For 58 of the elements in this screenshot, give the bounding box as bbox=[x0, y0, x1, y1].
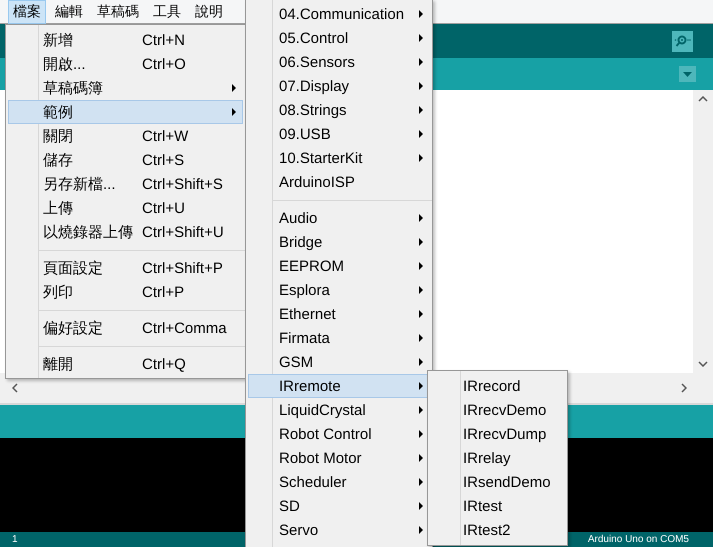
menu-item[interactable]: IRtest2 bbox=[430, 518, 565, 542]
menu-item[interactable]: 列印 Ctrl+P bbox=[8, 280, 243, 304]
menu-item[interactable]: 10.StarterKit bbox=[248, 146, 430, 170]
menu-item[interactable]: 儲存 Ctrl+S bbox=[8, 148, 243, 172]
menu-bar-item[interactable]: 說明 bbox=[190, 0, 228, 24]
menu-item[interactable]: 範例 bbox=[8, 100, 243, 124]
menu-item[interactable]: 05.Control bbox=[248, 26, 430, 50]
menu-item[interactable]: IRtest bbox=[430, 494, 565, 518]
magnifier-icon bbox=[674, 34, 691, 48]
menu-bar-item[interactable]: 工具 bbox=[148, 0, 186, 24]
line-number: 1 bbox=[12, 534, 18, 545]
menu-item[interactable]: Robot Motor bbox=[248, 446, 430, 470]
menu-item[interactable]: 08.Strings bbox=[248, 98, 430, 122]
menu-item[interactable]: IRremote bbox=[248, 374, 430, 398]
menu-item[interactable]: 頁面設定 Ctrl+Shift+P bbox=[8, 256, 243, 280]
menu-item[interactable]: 04.Communication bbox=[248, 2, 430, 26]
menu-item[interactable]: 另存新檔... Ctrl+Shift+S bbox=[8, 172, 243, 196]
caret-icon bbox=[683, 72, 692, 76]
menu-item[interactable]: GSM bbox=[248, 350, 430, 374]
menu-item[interactable]: 偏好設定 Ctrl+Comma bbox=[8, 316, 243, 340]
menu-item[interactable]: Robot Control bbox=[248, 422, 430, 446]
menu-item[interactable]: LiquidCrystal bbox=[248, 398, 430, 422]
menu-item[interactable]: Servo bbox=[248, 518, 430, 542]
board-label: Arduino Uno on COM5 bbox=[588, 534, 689, 545]
vertical-scrollbar[interactable] bbox=[693, 90, 713, 373]
menu-item[interactable]: Ethernet bbox=[248, 302, 430, 326]
menu-item[interactable]: Bridge bbox=[248, 230, 430, 254]
menu-item[interactable]: 開啟... Ctrl+O bbox=[8, 52, 243, 76]
menu-item[interactable]: 離開 Ctrl+Q bbox=[8, 352, 243, 376]
tab-menu-button[interactable] bbox=[679, 66, 696, 82]
menu-item[interactable]: 07.Display bbox=[248, 74, 430, 98]
menu-item[interactable]: IRrecord bbox=[430, 374, 565, 398]
menu-item[interactable]: Firmata bbox=[248, 326, 430, 350]
menu-item[interactable]: 關閉 Ctrl+W bbox=[8, 124, 243, 148]
menu-item[interactable]: Scheduler bbox=[248, 470, 430, 494]
scroll-up-icon bbox=[698, 96, 708, 102]
menu-item[interactable]: IRrecvDump bbox=[430, 422, 565, 446]
menu-item[interactable]: ArduinoISP bbox=[248, 170, 430, 194]
menu-bar-item[interactable]: 檔案 bbox=[8, 0, 46, 24]
menu-item[interactable]: EEPROM bbox=[248, 254, 430, 278]
menu-item[interactable]: 以燒錄器上傳 Ctrl+Shift+U bbox=[8, 220, 243, 244]
menu-item[interactable]: IRsendDemo bbox=[430, 470, 565, 494]
scroll-down-icon bbox=[698, 361, 708, 367]
scroll-right-icon bbox=[681, 383, 687, 393]
menu-item[interactable]: 新增 Ctrl+N bbox=[8, 28, 243, 52]
menu-bar-item[interactable]: 草稿碼 bbox=[92, 0, 144, 24]
serial-monitor-button[interactable] bbox=[672, 30, 693, 52]
menu-item[interactable]: 09.USB bbox=[248, 122, 430, 146]
scroll-left-icon bbox=[12, 383, 18, 393]
menu-item[interactable]: Esplora bbox=[248, 278, 430, 302]
menu-item[interactable]: SD bbox=[248, 494, 430, 518]
menu-item[interactable]: 草稿碼簿 bbox=[8, 76, 243, 100]
menu-item[interactable]: 上傳 Ctrl+U bbox=[8, 196, 243, 220]
menu-item[interactable]: IRrecvDemo bbox=[430, 398, 565, 422]
menu-item[interactable]: IRrelay bbox=[430, 446, 565, 470]
menu-bar-item[interactable]: 編輯 bbox=[50, 0, 88, 24]
menu-item[interactable]: Audio bbox=[248, 206, 430, 230]
menu-item[interactable]: 06.Sensors bbox=[248, 50, 430, 74]
